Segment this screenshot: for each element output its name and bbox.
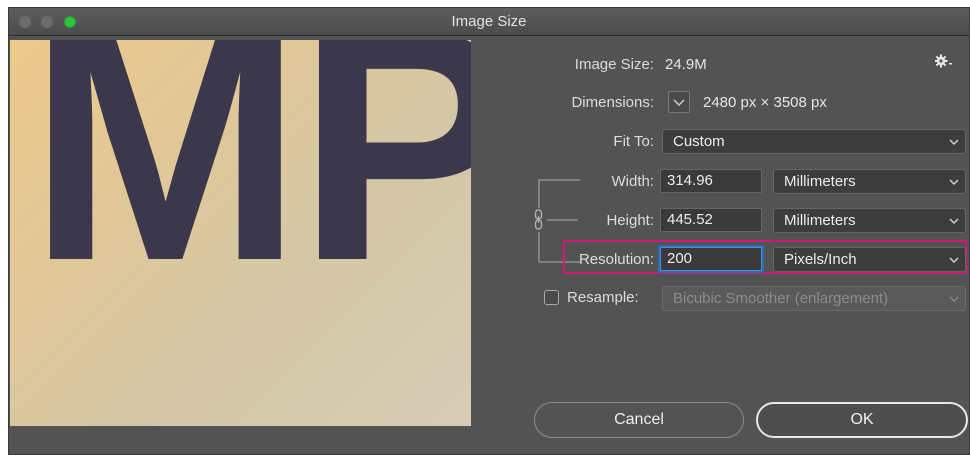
width-input[interactable]: 314.96: [660, 169, 762, 193]
width-unit-value: Millimeters: [784, 173, 856, 190]
chevron-down-icon: [673, 99, 685, 107]
image-size-value: 24.9M: [665, 56, 707, 73]
height-unit-select[interactable]: Millimeters: [773, 208, 966, 233]
image-size-label: Image Size:: [574, 56, 654, 73]
cancel-button[interactable]: Cancel: [534, 402, 744, 438]
resample-method-value: Bicubic Smoother (enlargement): [673, 290, 889, 307]
chevron-down-icon: [949, 218, 959, 225]
resolution-label: Resolution:: [578, 251, 654, 268]
resolution-input[interactable]: 200: [660, 247, 762, 271]
title-bar: Image Size: [9, 8, 969, 36]
resolution-unit-select[interactable]: Pixels/Inch: [773, 247, 966, 272]
window-title: Image Size: [451, 13, 527, 30]
fit-to-value: Custom: [673, 133, 725, 150]
dimensions-units-dropdown[interactable]: [668, 91, 690, 113]
fit-to-label: Fit To:: [613, 133, 654, 150]
fit-to-select[interactable]: Custom: [662, 129, 966, 154]
image-preview[interactable]: MP: [10, 40, 471, 426]
ok-button[interactable]: OK: [756, 402, 968, 438]
width-unit-select[interactable]: Millimeters: [773, 169, 966, 194]
resample-label: Resample:: [567, 289, 639, 306]
height-label: Height:: [606, 212, 654, 229]
resample-method-select[interactable]: Bicubic Smoother (enlargement): [662, 286, 966, 311]
preview-image-letters: MP: [28, 40, 471, 329]
resample-checkbox[interactable]: [544, 290, 559, 305]
height-unit-value: Millimeters: [784, 212, 856, 229]
gear-icon[interactable]: [935, 54, 953, 68]
chevron-down-icon: [949, 139, 959, 146]
width-label: Width:: [611, 173, 654, 190]
chevron-down-icon: [949, 257, 959, 264]
dimensions-value: 2480 px × 3508 px: [703, 94, 827, 111]
chevron-down-icon: [949, 179, 959, 186]
chevron-down-icon: [949, 296, 959, 303]
resolution-unit-value: Pixels/Inch: [784, 251, 857, 268]
height-input[interactable]: 445.52: [660, 208, 762, 232]
dimensions-label: Dimensions:: [571, 94, 654, 111]
